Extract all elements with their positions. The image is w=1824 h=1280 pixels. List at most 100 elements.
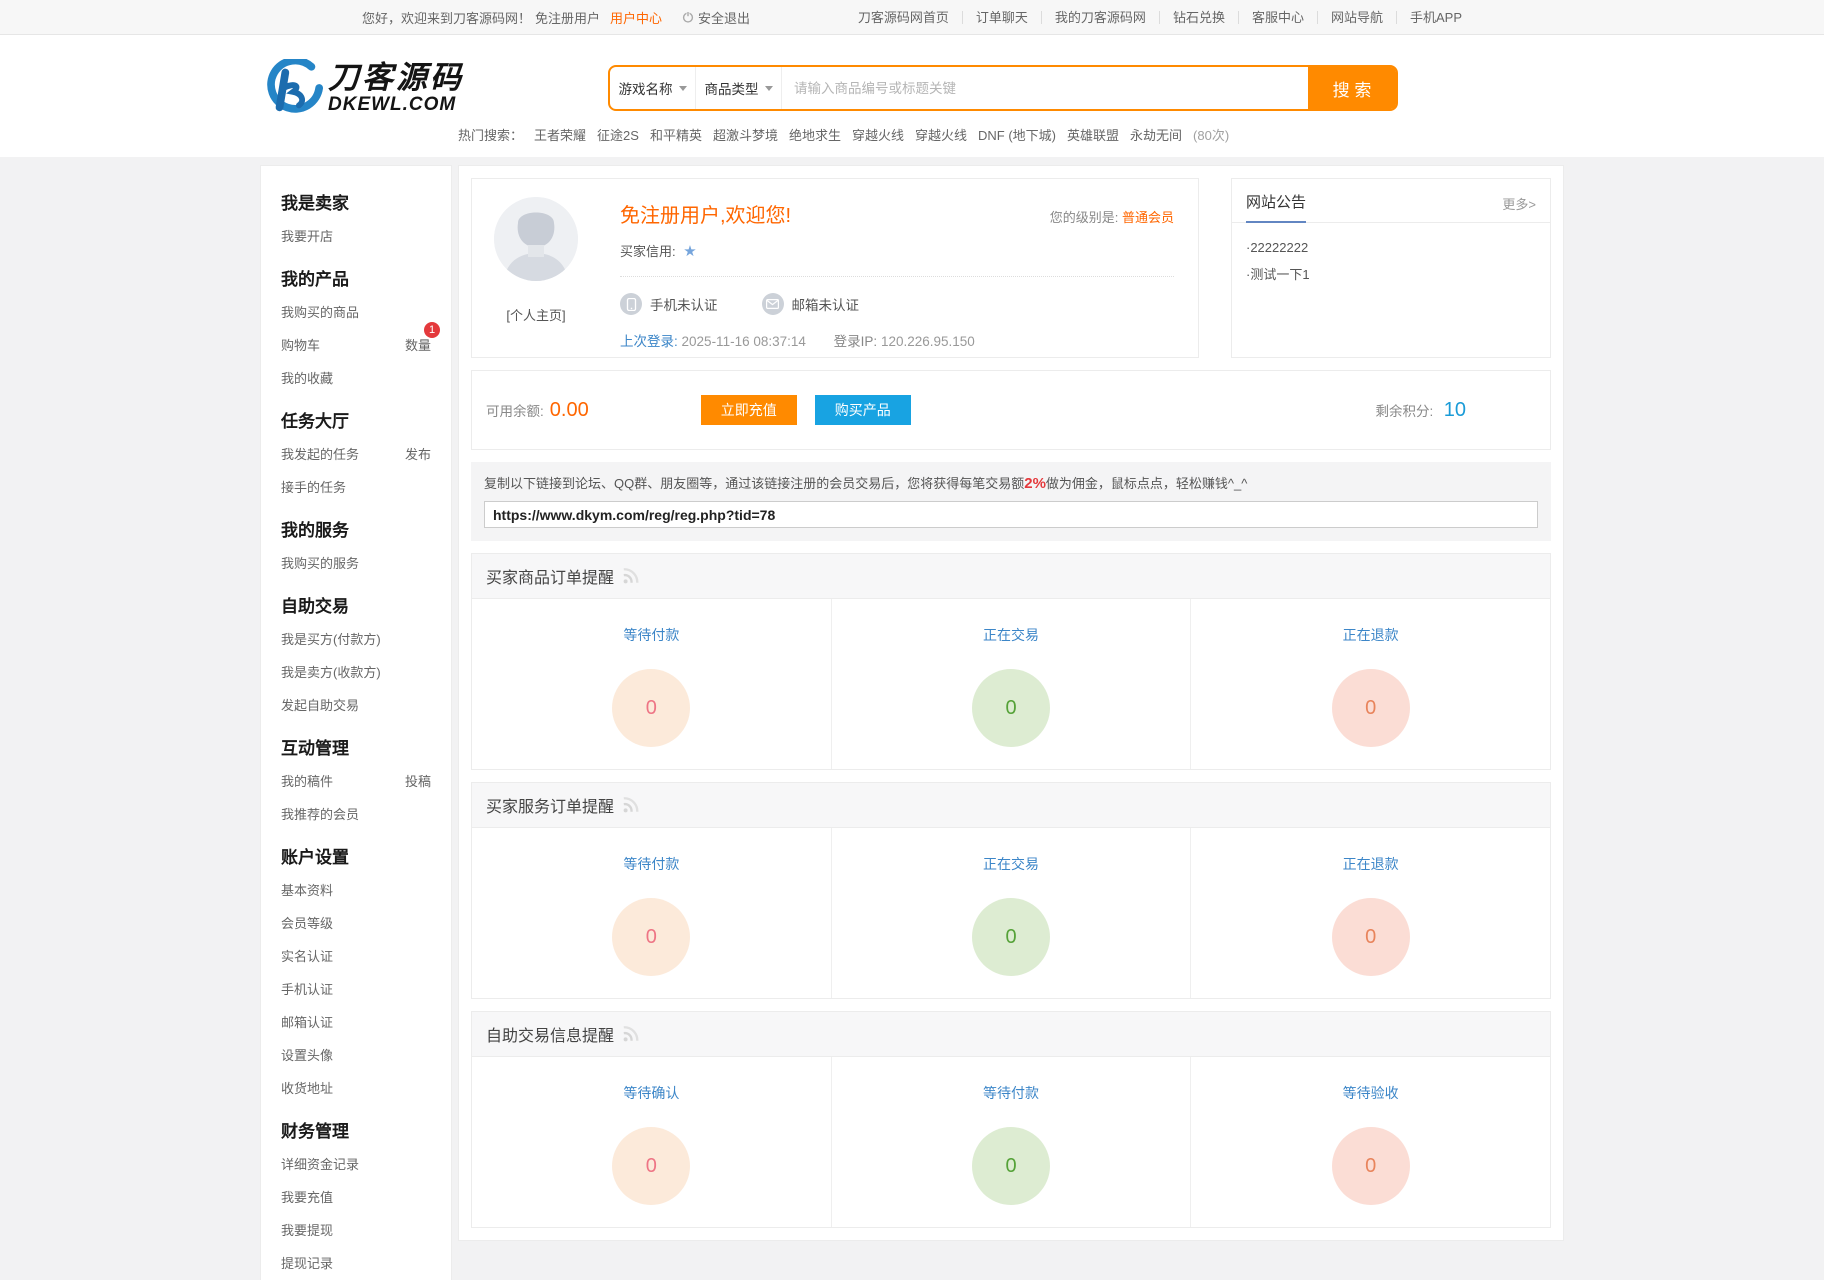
sidebar: 我是卖家 我要开店 我的产品 我购买的商品 购物车 数量 1 我的收藏 任务大厅…: [260, 165, 452, 1280]
hot-search-row: 热门搜索： 王者荣耀 征途2S 和平精英 超激斗梦境 绝地求生 穿越火线 穿越火…: [458, 125, 1229, 144]
search-input[interactable]: [782, 67, 1308, 109]
trading-link[interactable]: 正在交易: [832, 854, 1191, 874]
sidebar-item-recharge[interactable]: 我要充值: [281, 1180, 431, 1213]
sidebar-item-favorites[interactable]: 我的收藏: [281, 361, 431, 394]
announcement-item[interactable]: ·22222222: [1246, 234, 1536, 261]
trading-link[interactable]: 正在交易: [832, 625, 1191, 645]
avatar-silhouette-icon: [494, 197, 578, 281]
rss-icon: [622, 796, 640, 814]
topbar-link-order-chat[interactable]: 订单聊天: [962, 11, 1041, 24]
hot-search-link[interactable]: 绝地求生: [789, 125, 841, 144]
sidebar-item-withdraw-records[interactable]: 提现记录: [281, 1246, 431, 1279]
last-login-time: 2025-11-16 08:37:14: [682, 334, 806, 349]
sidebar-section-finance: 财务管理: [281, 1117, 431, 1142]
sidebar-item-my-posts[interactable]: 我的稿件 投稿: [281, 764, 431, 797]
waiting-payment-link[interactable]: 等待付款: [832, 1083, 1191, 1103]
order-status-column: 等待验收 0: [1190, 1057, 1550, 1227]
topbar-link-service[interactable]: 客服中心: [1238, 11, 1317, 24]
sidebar-item-realname-auth[interactable]: 实名认证: [281, 939, 431, 972]
waiting-payment-link[interactable]: 等待付款: [472, 625, 831, 645]
waiting-acceptance-link[interactable]: 等待验收: [1191, 1083, 1550, 1103]
sidebar-item-member-level[interactable]: 会员等级: [281, 906, 431, 939]
game-name-select[interactable]: 游戏名称: [610, 67, 696, 109]
referral-text: 复制以下链接到论坛、QQ群、朋友圈等，通过该链接注册的会员交易后，您将获得每笔交…: [484, 473, 1538, 492]
user-center-link[interactable]: 用户中心: [610, 8, 662, 27]
sidebar-item-buyer-payer[interactable]: 我是买方(付款方): [281, 622, 431, 655]
referral-link-input[interactable]: [484, 501, 1538, 528]
sidebar-item-withdraw[interactable]: 我要提现: [281, 1213, 431, 1246]
member-level-link[interactable]: 普通会员: [1122, 210, 1174, 225]
search-bar: 游戏名称 商品类型 搜 索: [608, 65, 1398, 111]
rss-icon: [622, 567, 640, 585]
announcement-item[interactable]: ·测试一下1: [1246, 261, 1536, 288]
sidebar-item-accepted-tasks[interactable]: 接手的任务: [281, 470, 431, 503]
waiting-acceptance-count: 0: [1332, 1127, 1410, 1205]
sidebar-item-basic-info[interactable]: 基本资料: [281, 873, 431, 906]
hot-search-link[interactable]: 征途2S: [597, 125, 639, 144]
hot-search-link[interactable]: DNF (地下城): [978, 125, 1056, 144]
logo-title: 刀客源码: [328, 62, 464, 93]
sidebar-item-seller-payee[interactable]: 我是卖方(收款方): [281, 655, 431, 688]
recharge-button[interactable]: 立即充值: [701, 395, 797, 425]
waiting-confirm-link[interactable]: 等待确认: [472, 1083, 831, 1103]
sidebar-item-email-auth[interactable]: 邮箱认证: [281, 1005, 431, 1038]
buy-product-button[interactable]: 购买产品: [815, 395, 911, 425]
order-status-column: 正在交易 0: [831, 599, 1191, 769]
sidebar-item-my-tasks[interactable]: 我发起的任务 发布: [281, 437, 431, 470]
topbar-link-home[interactable]: 刀客源码网首页: [845, 11, 962, 24]
sidebar-item-purchased-goods[interactable]: 我购买的商品: [281, 295, 431, 328]
sidebar-item-purchased-services[interactable]: 我购买的服务: [281, 546, 431, 579]
login-ip-value: 120.226.95.150: [881, 334, 975, 349]
topbar-link-diamond[interactable]: 钻石兑换: [1159, 11, 1238, 24]
sidebar-item-recommended-members[interactable]: 我推荐的会员: [281, 797, 431, 830]
email-cert-status[interactable]: 邮箱未认证: [762, 293, 860, 315]
topbar: 您好，欢迎来到刀客源码网！ 免注册用户 用户中心 安全退出 刀客源码网首页 订单…: [0, 0, 1824, 35]
chevron-down-icon: [765, 86, 773, 91]
search-button[interactable]: 搜 索: [1308, 67, 1396, 109]
site-logo[interactable]: 刀客源码 DKEWL.COM: [266, 59, 464, 117]
last-login-label: 上次登录:: [620, 334, 678, 349]
logo-icon: [266, 59, 324, 117]
login-ip-label: 登录IP:: [834, 334, 878, 349]
waiting-confirm-count: 0: [612, 1127, 690, 1205]
sidebar-item-phone-auth[interactable]: 手机认证: [281, 972, 431, 1005]
sidebar-item-start-self-trade[interactable]: 发起自助交易: [281, 688, 431, 721]
product-type-select[interactable]: 商品类型: [696, 67, 782, 109]
order-status-column: 等待付款 0: [831, 1057, 1191, 1227]
avatar[interactable]: [494, 197, 578, 281]
publish-task-link[interactable]: 发布: [405, 444, 431, 463]
sidebar-item-cart[interactable]: 购物车 数量 1: [281, 328, 431, 361]
refunding-link[interactable]: 正在退款: [1191, 854, 1550, 874]
hot-search-link[interactable]: 永劫无间: [1130, 125, 1182, 144]
hot-search-link[interactable]: 王者荣耀: [534, 125, 586, 144]
topbar-link-app[interactable]: 手机APP: [1396, 11, 1462, 24]
personal-homepage-link[interactable]: [个人主页]: [472, 305, 600, 324]
buyer-credit: 买家信用: ★: [620, 241, 1174, 277]
mail-icon: [762, 293, 784, 315]
topbar-link-nav[interactable]: 网站导航: [1317, 11, 1396, 24]
refunding-link[interactable]: 正在退款: [1191, 625, 1550, 645]
waiting-payment-link[interactable]: 等待付款: [472, 854, 831, 874]
hot-search-link[interactable]: 和平精英: [650, 125, 702, 144]
hot-search-link[interactable]: 穿越火线: [915, 125, 967, 144]
order-status-column: 正在交易 0: [831, 828, 1191, 998]
hot-search-link[interactable]: 穿越火线: [852, 125, 904, 144]
sidebar-item-open-shop[interactable]: 我要开店: [281, 219, 431, 252]
hot-search-link[interactable]: 英雄联盟: [1067, 125, 1119, 144]
balance-panel: 可用余额: 0.00 立即充值 购买产品 剩余积分: 10: [471, 370, 1551, 450]
sidebar-item-fund-records[interactable]: 详细资金记录: [281, 1147, 431, 1180]
announcement-more-link[interactable]: 更多>: [1502, 194, 1536, 222]
phone-cert-status[interactable]: 手机未认证: [620, 293, 718, 315]
submit-post-link[interactable]: 投稿: [405, 771, 431, 790]
logout-link[interactable]: 安全退出: [682, 8, 750, 27]
topbar-link-my-site[interactable]: 我的刀客源码网: [1041, 11, 1159, 24]
logo-subtitle: DKEWL.COM: [328, 95, 464, 114]
hot-search-link[interactable]: 超激斗梦境: [713, 125, 778, 144]
self-trade-info-panel: 自助交易信息提醒 等待确认 0 等待付款 0 等待验收 0: [471, 1011, 1551, 1228]
sidebar-item-avatar-setting[interactable]: 设置头像: [281, 1038, 431, 1071]
sidebar-item-shipping-address[interactable]: 收货地址: [281, 1071, 431, 1104]
order-status-column: 等待确认 0: [472, 1057, 831, 1227]
login-info: 上次登录: 2025-11-16 08:37:14 登录IP: 120.226.…: [620, 330, 1174, 350]
panel-title: 买家服务订单提醒: [486, 793, 614, 817]
credit-star-icon: ★: [683, 243, 696, 260]
